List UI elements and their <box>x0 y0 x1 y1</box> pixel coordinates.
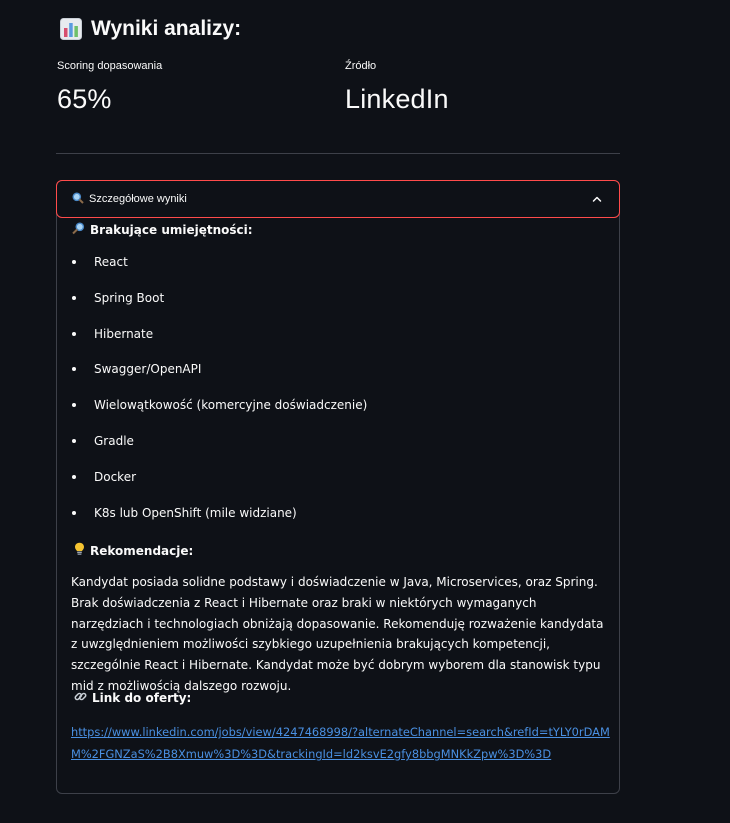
offer-link[interactable]: https://www.linkedin.com/jobs/view/42474… <box>71 721 611 765</box>
lightbulb-icon <box>74 542 85 559</box>
offer-link-heading: Link do oferty: <box>74 690 191 706</box>
metric-score-value: 65% <box>57 84 112 114</box>
bar-chart-icon <box>60 18 82 40</box>
list-item: K8s lub OpenShift (mile widziane) <box>71 505 367 541</box>
magnifier-icon <box>72 192 84 207</box>
link-icon <box>74 690 87 706</box>
metric-source-value: LinkedIn <box>345 84 449 114</box>
page-title: Wyniki analizy: <box>60 17 241 41</box>
metric-score: Scoring dopasowania 65% <box>57 60 162 115</box>
chevron-up-icon <box>591 193 603 205</box>
list-item: Spring Boot <box>71 290 367 326</box>
list-item: Swagger/OpenAPI <box>71 361 367 397</box>
details-expander-toggle[interactable]: Szczegółowe wyniki <box>56 180 620 218</box>
offer-link-title: Link do oferty: <box>92 691 192 705</box>
missing-skills-list: React Spring Boot Hibernate Swagger/Open… <box>71 254 367 540</box>
metric-source: Źródło LinkedIn <box>345 60 449 115</box>
details-expander-label: Szczegółowe wyniki <box>89 193 187 205</box>
missing-skills-title: Brakujące umiejętności: <box>90 223 253 237</box>
recommendations-heading: Rekomendacje: <box>74 542 193 559</box>
magnifier-right-icon <box>71 222 85 238</box>
metric-source-label: Źródło <box>345 60 377 72</box>
page-title-text: Wyniki analizy: <box>91 17 242 40</box>
divider <box>56 153 620 154</box>
metric-score-label: Scoring dopasowania <box>57 60 163 72</box>
list-item: Wielowątkowość (komercyjne doświadczenie… <box>71 397 367 433</box>
list-item: Docker <box>71 469 367 505</box>
list-item: React <box>71 254 367 290</box>
page: Wyniki analizy: Scoring dopasowania 65% … <box>0 0 730 823</box>
recommendations-text: Kandydat posiada solidne podstawy i dośw… <box>71 575 604 693</box>
list-item: Hibernate <box>71 326 367 362</box>
details-expander: Szczegółowe wyniki Brakujące umiejętnośc… <box>56 180 620 794</box>
missing-skills-heading: Brakujące umiejętności: <box>71 222 253 238</box>
list-item: Gradle <box>71 433 367 469</box>
recommendations-title: Rekomendacje: <box>90 543 194 558</box>
